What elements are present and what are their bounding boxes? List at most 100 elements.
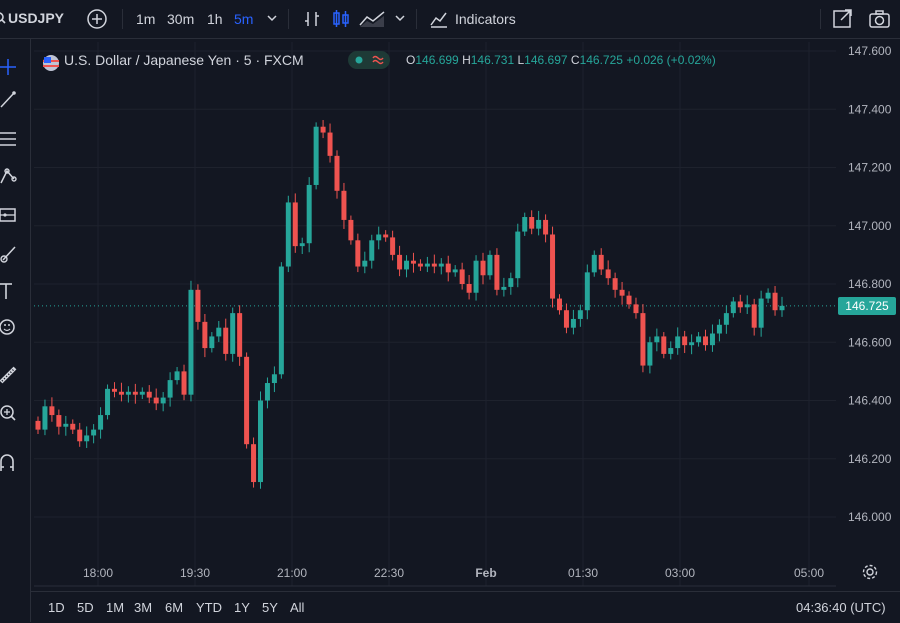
time-tick-label: 05:00	[794, 566, 824, 580]
pattern-icon[interactable]	[0, 167, 22, 189]
candle-body	[209, 336, 215, 349]
candle-body	[480, 260, 486, 276]
candle-body	[522, 217, 528, 232]
candle-body	[56, 415, 62, 427]
timeframe-1h[interactable]: 1h	[207, 11, 223, 27]
candle-body	[515, 231, 521, 279]
price-tick-label: 147.600	[848, 44, 892, 58]
settings-gear-icon[interactable]	[861, 563, 879, 581]
candle-body	[612, 278, 618, 290]
range-1d[interactable]: 1D	[48, 600, 65, 615]
compare-add-icon[interactable]	[86, 8, 108, 30]
time-axis: 18:00 19:30 21:00 22:30 Feb 01:30 03:00 05:00	[83, 566, 824, 580]
range-1m[interactable]: 1M	[106, 600, 124, 615]
drawing-toolbar	[0, 39, 31, 622]
candle-body	[501, 286, 507, 290]
range-5y[interactable]: 5Y	[262, 600, 278, 615]
candle-body	[264, 383, 270, 401]
candle-body	[723, 313, 729, 325]
trend-line-icon[interactable]	[0, 89, 22, 111]
candle-body	[98, 415, 104, 430]
ruler-icon[interactable]	[0, 365, 22, 387]
time-tick-label: 01:30	[568, 566, 598, 580]
candle-body	[292, 202, 298, 247]
candlestick-chart[interactable]: 147.600 147.400 147.200 147.000 146.800 146.6…	[0, 0, 900, 622]
candle-body	[619, 289, 625, 296]
candles-chart-style-icon[interactable]	[331, 8, 351, 30]
price-tick-label: 147.000	[848, 219, 892, 233]
area-chart-style-icon[interactable]	[358, 9, 386, 29]
candle-body	[543, 219, 549, 235]
bar-chart-style-icon[interactable]	[302, 9, 322, 29]
zoom-in-icon[interactable]	[0, 404, 22, 426]
candle-body	[445, 263, 451, 273]
candle-body	[77, 429, 83, 442]
brush-icon[interactable]	[0, 243, 22, 265]
candle-body	[765, 292, 771, 299]
symbol-label[interactable]: USDJPY	[8, 10, 64, 26]
candle-body	[598, 254, 604, 270]
candle-body	[153, 397, 159, 404]
chevron-down-icon[interactable]	[267, 15, 277, 23]
timeframe-30m[interactable]: 30m	[167, 11, 194, 27]
candle-body	[258, 400, 264, 483]
crosshair-icon[interactable]	[0, 57, 22, 79]
candle-body	[132, 391, 138, 395]
close-label: C	[570, 53, 580, 67]
candle-body	[376, 234, 382, 241]
candle-body	[584, 272, 590, 311]
range-3m[interactable]: 3M	[134, 600, 152, 615]
candle-body	[459, 269, 465, 284]
candle-body	[334, 155, 340, 191]
bottom-toolbar: 1D 5D 1M 3M 6M YTD 1Y 5Y All 04:36:40 (U…	[30, 591, 900, 623]
low-value: 146.697	[524, 53, 568, 67]
price-tick-label: 146.800	[848, 277, 892, 291]
candle-body	[271, 374, 277, 384]
candle-body	[195, 289, 201, 322]
candle-body	[84, 435, 90, 442]
chevron-down-icon[interactable]	[395, 15, 405, 23]
time-tick-label: 18:00	[83, 566, 113, 580]
range-5d[interactable]: 5D	[77, 600, 94, 615]
candle-body	[577, 310, 583, 319]
camera-icon[interactable]	[868, 8, 892, 30]
text-tool-icon[interactable]	[0, 281, 22, 303]
candle-body	[313, 126, 319, 185]
candle-body	[306, 184, 312, 244]
indicators-icon[interactable]	[429, 9, 449, 29]
search-icon[interactable]	[0, 12, 8, 26]
candle-body	[362, 260, 368, 267]
candle-body	[146, 391, 152, 398]
utc-clock[interactable]: 04:36:40 (UTC)	[796, 600, 886, 615]
candle-body	[703, 336, 709, 346]
candle-body	[779, 305, 785, 311]
candle-body	[536, 219, 542, 229]
candle-body	[118, 391, 124, 395]
timeframe-1m[interactable]: 1m	[136, 11, 155, 27]
emoji-icon[interactable]	[0, 317, 22, 339]
prediction-icon[interactable]	[0, 205, 22, 227]
range-1y[interactable]: 1Y	[234, 600, 250, 615]
range-ytd[interactable]: YTD	[196, 600, 222, 615]
price-tick-label: 146.000	[848, 510, 892, 524]
candle-body	[640, 313, 646, 366]
candles	[35, 120, 785, 489]
timeframe-5m[interactable]: 5m	[234, 11, 253, 27]
candle-body	[487, 254, 493, 276]
price-tick-label: 146.400	[848, 394, 892, 408]
candle-body	[494, 254, 500, 290]
magnet-icon[interactable]	[0, 453, 22, 475]
candle-body	[404, 260, 410, 270]
fullscreen-icon[interactable]	[832, 8, 854, 30]
range-all[interactable]: All	[290, 600, 304, 615]
candle-body	[216, 327, 222, 337]
time-tick-label: 19:30	[180, 566, 210, 580]
candle-body	[661, 336, 667, 354]
time-tick-label: Feb	[475, 566, 496, 580]
legend-title[interactable]: U.S. Dollar / Japanese Yen · 5 · FXCM	[64, 52, 304, 68]
range-6m[interactable]: 6M	[165, 600, 183, 615]
fib-retracement-icon[interactable]	[0, 129, 22, 151]
price-tick-label: 146.600	[848, 335, 892, 349]
indicators-button[interactable]: Indicators	[455, 11, 516, 27]
candle-body	[758, 298, 764, 328]
